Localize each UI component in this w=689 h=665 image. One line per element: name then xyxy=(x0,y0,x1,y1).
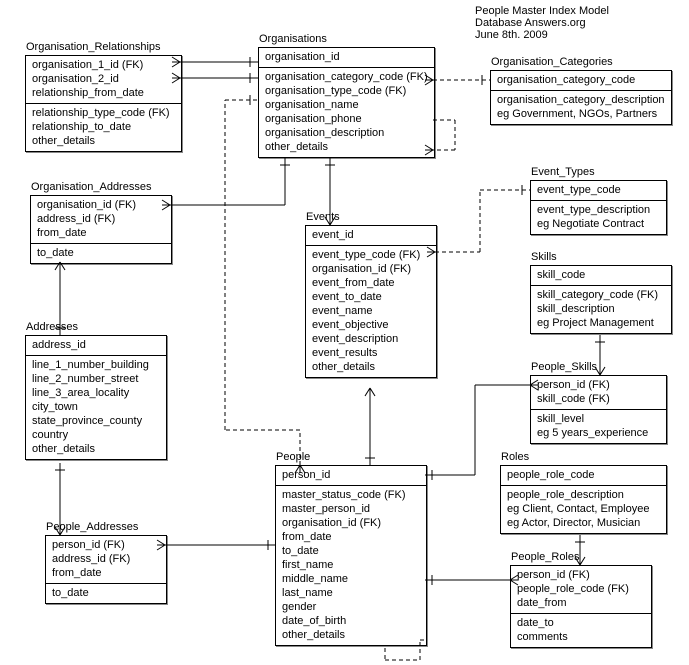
header-line3: June 8th. 2009 xyxy=(475,29,609,41)
header-line2: Database Answers.org xyxy=(475,17,609,29)
entity-addresses: Addresses address_id line_1_number_build… xyxy=(25,335,167,460)
entity-title: People xyxy=(276,451,310,463)
header-line1: People Master Index Model xyxy=(475,5,609,17)
entity-orgs: Organisations organisation_id organisati… xyxy=(258,47,435,158)
entity-people-roles: People_Roles person_id (FK) people_role_… xyxy=(510,565,652,648)
entity-title: Organisation_Categories xyxy=(491,56,613,68)
entity-title: Organisation_Relationships xyxy=(26,41,161,53)
entity-org-addr: Organisation_Addresses organisation_id (… xyxy=(30,195,172,264)
entity-title: People_Skills xyxy=(531,361,597,373)
entity-people-addr: People_Addresses person_id (FK) address_… xyxy=(45,535,167,604)
entity-org-cat: Organisation_Categories organisation_cat… xyxy=(490,70,672,125)
pk-section: organisation_1_id (FK) organisation_2_id… xyxy=(26,56,181,104)
entity-title: Events xyxy=(306,211,340,223)
entity-title: Organisation_Addresses xyxy=(31,181,151,193)
entity-title: Organisations xyxy=(259,33,327,45)
entity-title: Skills xyxy=(531,251,557,263)
header: People Master Index Model Database Answe… xyxy=(475,5,609,41)
entity-title: Event_Types xyxy=(531,166,595,178)
entity-events: Events event_id event_type_code (FK) org… xyxy=(305,225,437,378)
entity-people-skills: People_Skills person_id (FK) skill_code … xyxy=(530,375,667,444)
attr-section: relationship_type_code (FK) relationship… xyxy=(26,104,181,151)
entity-title: People_Addresses xyxy=(46,521,138,533)
entity-title: Addresses xyxy=(26,321,78,333)
entity-title: Roles xyxy=(501,451,529,463)
entity-event-types: Event_Types event_type_code event_type_d… xyxy=(530,180,667,235)
entity-title: People_Roles xyxy=(511,551,580,563)
entity-people: People person_id master_status_code (FK)… xyxy=(275,465,427,646)
entity-roles: Roles people_role_code people_role_descr… xyxy=(500,465,667,534)
entity-org-rel: Organisation_Relationships organisation_… xyxy=(25,55,182,152)
entity-skills: Skills skill_code skill_category_code (F… xyxy=(530,265,672,334)
